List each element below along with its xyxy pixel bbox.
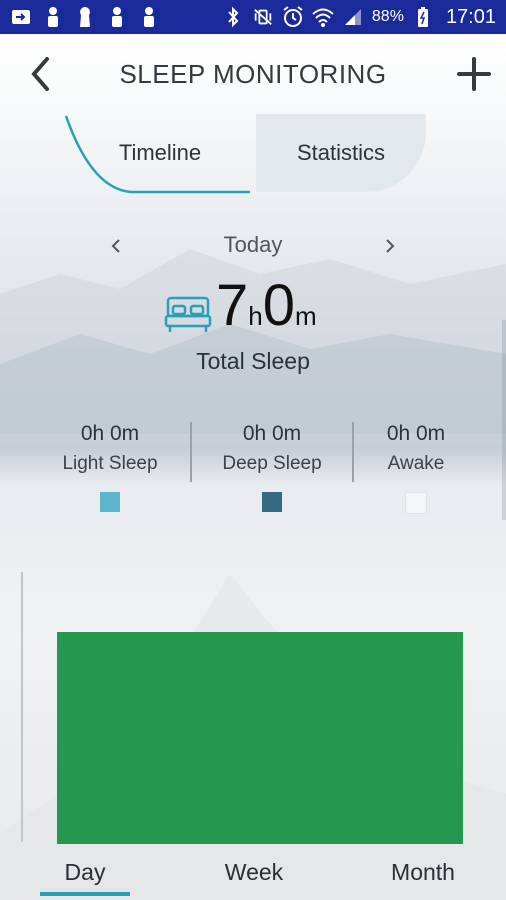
notification-person-icon-3 xyxy=(138,6,160,28)
app-header: SLEEP MONITORING xyxy=(0,34,506,114)
total-sleep-label: Total Sleep xyxy=(196,348,310,374)
page-title: SLEEP MONITORING xyxy=(119,58,387,89)
awake-swatch xyxy=(405,492,427,514)
sleep-breakdown: 0h 0m Light Sleep 0h 0m Deep Sleep 0h 0m… xyxy=(26,418,500,528)
light-sleep-value: 0h 0m xyxy=(80,422,140,445)
light-sleep-label: Light Sleep xyxy=(62,453,158,474)
deep-sleep-swatch xyxy=(262,492,282,512)
hours-unit: h xyxy=(248,301,263,331)
add-button[interactable] xyxy=(454,52,494,96)
vibrate-mute-icon xyxy=(252,6,274,28)
notification-person-icon-2 xyxy=(106,6,128,28)
day-label: Today xyxy=(223,232,283,257)
period-selected-indicator xyxy=(40,892,130,896)
deep-sleep-stat: 0h 0m Deep Sleep xyxy=(192,418,352,512)
chart-axis xyxy=(21,572,23,842)
total-sleep-value: 7h0m xyxy=(216,272,317,339)
scrollbar[interactable] xyxy=(502,320,506,520)
awake-stat: 0h 0m Awake xyxy=(336,418,496,514)
view-tabs: Timeline Statistics xyxy=(62,114,442,194)
wifi-icon xyxy=(312,6,334,28)
total-sleep-summary: 7h0m xyxy=(160,272,360,342)
notification-keyhole-icon xyxy=(74,6,96,28)
back-button[interactable] xyxy=(22,54,58,94)
chevron-right-icon xyxy=(386,239,395,253)
sleep-bar xyxy=(57,632,463,844)
deep-sleep-value: 0h 0m xyxy=(242,422,302,445)
tab-statistics[interactable]: Statistics xyxy=(256,114,426,192)
light-sleep-stat: 0h 0m Light Sleep xyxy=(30,418,190,512)
bed-icon xyxy=(164,296,212,332)
plus-icon xyxy=(457,57,491,91)
status-bar: 88% 17:01 xyxy=(0,0,506,34)
usb-icon xyxy=(10,6,32,28)
deep-sleep-label: Deep Sleep xyxy=(222,453,322,474)
bluetooth-icon xyxy=(222,6,244,28)
next-day-button[interactable] xyxy=(380,232,400,260)
clock: 17:01 xyxy=(445,5,496,28)
alarm-icon xyxy=(282,6,304,28)
minutes-unit: m xyxy=(295,301,317,331)
total-sleep-minutes: 0 xyxy=(262,273,295,338)
awake-label: Awake xyxy=(387,453,445,474)
battery-charging-icon xyxy=(412,6,434,28)
tab-timeline[interactable]: Timeline xyxy=(68,114,252,192)
day-navigator: Today xyxy=(100,228,406,264)
period-tab-day[interactable]: Day xyxy=(40,852,130,892)
total-sleep-hours: 7 xyxy=(216,273,249,338)
signal-icon xyxy=(342,6,364,28)
period-tab-week[interactable]: Week xyxy=(208,852,300,892)
chevron-left-icon xyxy=(31,57,49,91)
light-sleep-swatch xyxy=(100,492,120,512)
period-tab-month[interactable]: Month xyxy=(378,852,468,892)
notification-person-icon xyxy=(42,6,64,28)
awake-value: 0h 0m xyxy=(386,422,446,445)
battery-percent: 88% xyxy=(371,8,404,25)
